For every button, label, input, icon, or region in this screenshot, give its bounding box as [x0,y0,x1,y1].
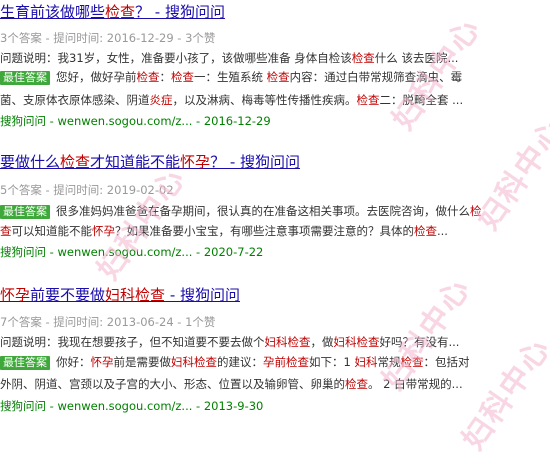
keyword-highlight: 炎症 [149,93,173,107]
result-answer-line1-1: 最佳答案 您好，做好孕前检查：检查一：生殖系统 检查内容：通过白带常规筛查滴虫、霉 [0,69,548,86]
keyword-highlight: 妇科检查 [105,286,166,304]
text-segment: 外阴、阴道、宫颈以及子宫的大小、形态、位置以及输卵管、卵巢的 [0,377,345,391]
text-segment: ，以及淋病、梅毒等性传播性疾病。 [172,93,357,107]
text-segment: ： [159,70,172,84]
text-segment: ？ - 搜狗问问 [135,3,225,21]
keyword-highlight: 检查 [414,224,437,238]
answer-text: 您好，做好孕前检查：检查一：生殖系统 检查内容：通过白带常规筛查滴虫、霉 [56,70,462,84]
text-segment: 你好： [56,355,91,369]
text-segment: 前要不要做 [30,286,106,304]
text-segment: 可以知道能不能 [11,224,93,238]
keyword-highlight: 检查 [136,70,160,84]
best-answer-badge: 最佳答案 [0,356,50,370]
text-segment: 的建议： [217,355,263,369]
text-segment: - 搜狗问问 [165,286,240,304]
result-meta-3: 7个答案 - 提问时间: 2013-06-24 - 1个赞 [0,315,216,329]
text-segment: ... [437,224,448,238]
question-text: 我31岁，女性，准备要小孩了，该做哪些准备 身体自检该检查什么 该去医院... [58,51,459,65]
text-segment: 我31岁，女性，准备要小孩了，该做哪些准备 身体自检该 [57,51,352,65]
text-segment: 要做什么 [0,153,61,171]
result-meta-1: 3个答案 - 提问时间: 2016-12-29 - 3个赞 [0,31,216,45]
keyword-highlight: 怀孕 [90,355,114,369]
result-source-2[interactable]: 搜狗问问 - wenwen.sogou.com/z... - 2020-7-22 [0,244,263,261]
text-segment: 才知道能不能 [90,153,181,171]
result-source-1[interactable]: 搜狗问问 - wenwen.sogou.com/z... - 2016-12-2… [0,113,271,130]
text-segment: 。 2 白带常规的... [368,377,463,391]
keyword-highlight: 怀孕 [92,224,115,238]
keyword-highlight: 妇科检查 [171,355,217,369]
text-segment: ，做 [310,335,334,349]
text-segment: 什么 该去医院... [374,51,459,65]
text-segment: ？如果准备要小宝宝，有哪些注意事项需要注意的？具体的 [115,224,414,238]
text-segment: 菌、支原体衣原体感染、阴道 [0,93,150,107]
result-answer-line1-3: 最佳答案 你好：怀孕前是需要做妇科检查的建议：孕前检查如下：1 妇科常规检查：包括… [0,354,548,371]
text-segment: 内容：通过白带常规筛查滴虫、霉 [289,70,463,84]
result-question-3: 问题说明：我现在想要孩子，但不知道要不要去做个妇科检查，做妇科检查好吗？有没有.… [0,334,548,351]
question-label: 问题说明： [0,51,58,65]
keyword-highlight: 检查 [356,93,380,107]
text-segment: 我现在想要孩子，但不知道要不要去做个 [57,335,265,349]
answer-text: 你好：怀孕前是需要做妇科检查的建议：孕前检查如下：1 妇科常规检查：包括对 [56,355,469,369]
watermark: 妇科中心 [90,161,193,287]
text-segment: ？ - 搜狗问问 [210,153,301,171]
keyword-highlight: 检查 [171,70,194,84]
text-segment: 一：生殖系统 [194,70,267,84]
text-segment: 生育前该做哪些 [0,3,106,21]
result-title-1[interactable]: 生育前该做哪些检查？ - 搜狗问问 [0,2,225,22]
keyword-highlight: 孕前检查 [263,355,309,369]
best-answer-badge: 最佳答案 [0,205,50,219]
text-segment: ：包括对 [423,355,470,369]
result-answer-line2-1: 菌、支原体衣原体感染、阴道炎症，以及淋病、梅毒等性传播性疾病。检查二：脱畸全套 … [0,92,548,109]
result-meta-2: 5个答案 - 提问时间: 2019-02-02 [0,183,174,197]
keyword-highlight: 检查 [105,3,136,21]
keyword-highlight: 检查 [345,377,368,391]
answer-text: 很多准妈妈准爸爸在备孕期间，很认真的在准备这相关事项。去医院咨询，做什么检 [56,204,482,218]
best-answer-badge: 最佳答案 [0,71,50,85]
result-title-2[interactable]: 要做什么检查才知道能不能怀孕？ - 搜狗问问 [0,152,300,172]
keyword-highlight: 检查 [60,153,91,171]
text-segment: 您好，做好孕前 [56,70,137,84]
question-text: 我现在想要孩子，但不知道要不要去做个妇科检查，做妇科检查好吗？有没有... [58,335,460,349]
keyword-highlight: 检查 [400,355,424,369]
text-segment: 如下：1 [309,355,355,369]
result-title-3[interactable]: 怀孕前要不要做妇科检查 - 搜狗问问 [0,285,240,305]
keyword-highlight: 妇科检查 [333,335,380,349]
keyword-highlight: 妇科检查 [264,335,311,349]
question-label: 问题说明： [0,335,58,349]
text-segment: 常规 [377,355,401,369]
text-segment: 好吗？有没有... [379,335,460,349]
result-answer-line2-3: 外阴、阴道、宫颈以及子宫的大小、形态、位置以及输卵管、卵巢的检查。 2 白带常规… [0,376,548,393]
result-answer-line2-2: 查可以知道能不能怀孕？如果准备要小宝宝，有哪些注意事项需要注意的？具体的检查..… [0,223,548,240]
keyword-highlight: 检查 [351,51,375,65]
text-segment: 前是需要做 [113,355,172,369]
keyword-highlight: 检查 [266,70,290,84]
result-source-3[interactable]: 搜狗问问 - wenwen.sogou.com/z... - 2013-9-30 [0,398,263,415]
keyword-highlight: 检 [470,204,482,218]
result-answer-line1-2: 最佳答案 很多准妈妈准爸爸在备孕期间，很认真的在准备这相关事项。去医院咨询，做什么… [0,203,548,220]
keyword-highlight: 查 [0,224,12,238]
keyword-highlight: 妇科 [354,355,378,369]
text-segment: 很多准妈妈准爸爸在备孕期间，很认真的在准备这相关事项。去医院咨询，做什么 [56,204,470,218]
text-segment: 二：脱畸全套 ... [379,93,464,107]
keyword-highlight: 怀孕 [0,286,31,304]
keyword-highlight: 怀孕 [180,153,211,171]
result-question-1: 问题说明：我31岁，女性，准备要小孩了，该做哪些准备 身体自检该检查什么 该去医… [0,50,548,67]
